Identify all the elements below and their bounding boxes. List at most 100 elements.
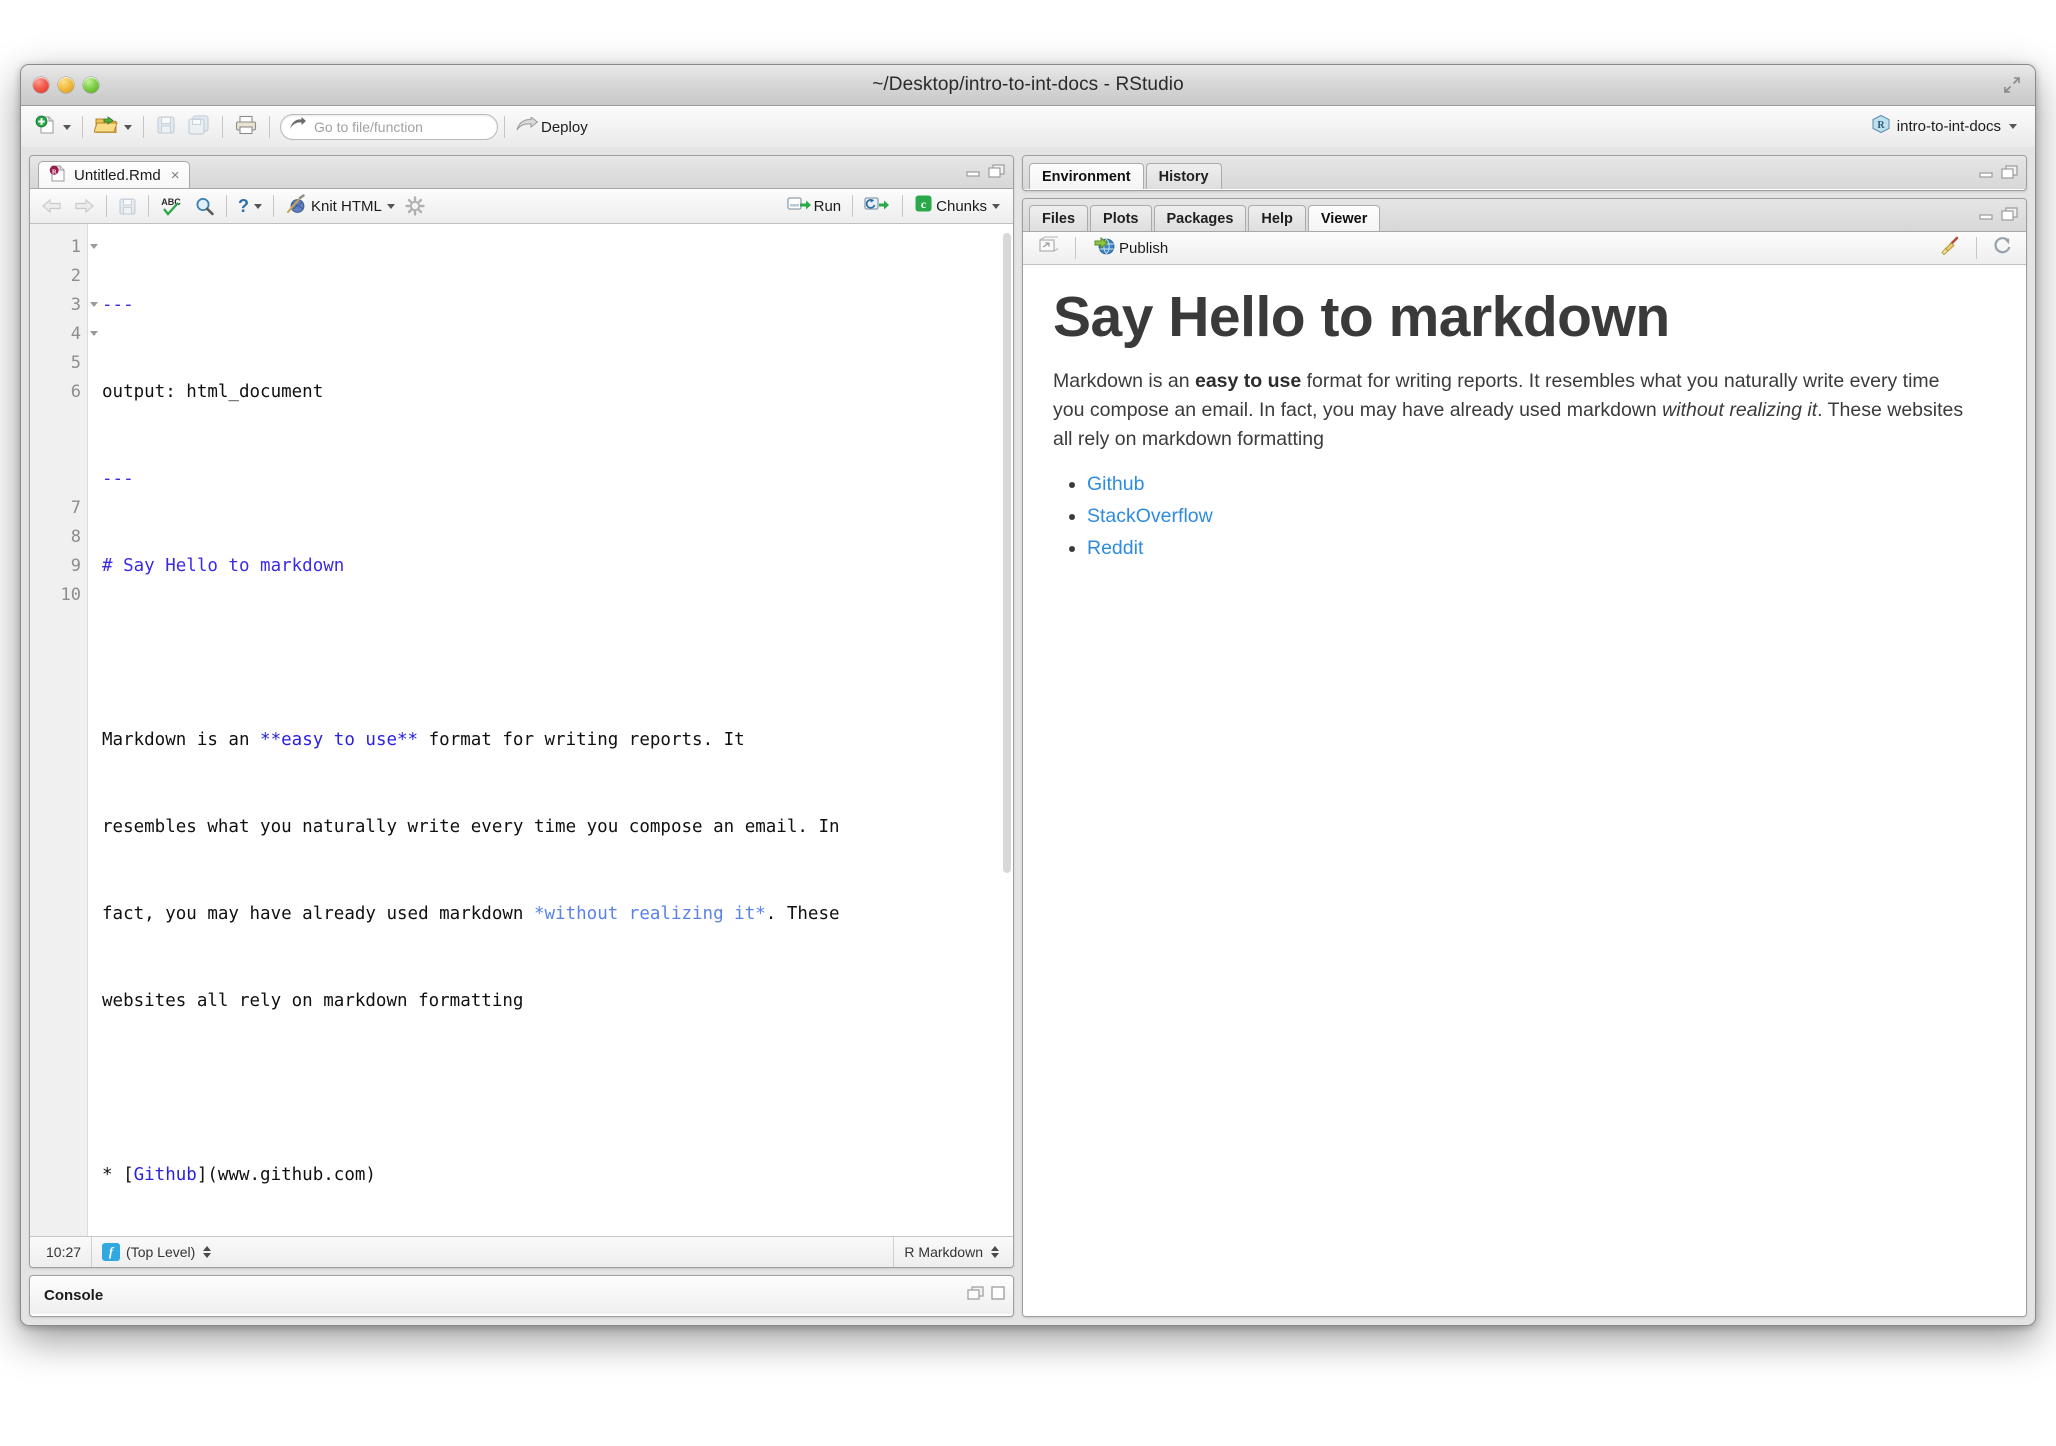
close-window-button[interactable] <box>33 77 49 93</box>
viewer-toolbar-right <box>1934 232 2018 264</box>
toolbar-divider <box>902 195 904 217</box>
link-github[interactable]: Github <box>1087 473 1144 495</box>
deploy-button[interactable]: Deploy <box>511 112 593 142</box>
svg-text:c: c <box>921 197 927 211</box>
viewer-link-list: Github StackOverflow Reddit <box>1053 469 1996 564</box>
viewer-pane: Files Plots Packages Help Viewer Publish… <box>1022 198 2027 1317</box>
rstudio-window: ~/Desktop/intro-to-int-docs - RStudio Go… <box>20 64 2036 1326</box>
expand-arrows-icon[interactable] <box>2003 76 2021 94</box>
floppy-save-all-icon <box>187 114 211 141</box>
maximize-pane-icon[interactable] <box>988 164 1005 183</box>
publish-button[interactable]: Publish <box>1088 233 1173 263</box>
fold-arrow-icon[interactable] <box>90 244 98 249</box>
minimize-pane-icon[interactable] <box>965 165 981 183</box>
editor-toolbar: ABC ? Knit HTML Run c Chunks <box>30 189 1013 224</box>
code-line: Markdown is an **easy to use** format fo… <box>102 730 745 750</box>
find-replace-button[interactable] <box>189 191 220 221</box>
maximize-pane-icon[interactable] <box>2001 207 2018 226</box>
back-button[interactable] <box>36 191 68 221</box>
run-button[interactable]: Run <box>782 191 847 221</box>
knit-yarn-icon <box>285 193 308 219</box>
tab-files[interactable]: Files <box>1029 205 1089 231</box>
minimize-pane-icon[interactable] <box>1978 208 1994 226</box>
tab-help[interactable]: Help <box>1248 205 1306 231</box>
open-file-button[interactable] <box>89 112 137 142</box>
line-number <box>30 465 87 494</box>
code-text-content[interactable]: --- output: html_document --- # Say Hell… <box>88 224 1013 1236</box>
chevron-down-icon[interactable] <box>63 124 71 130</box>
rerun-button[interactable] <box>859 191 896 221</box>
fold-arrow-icon[interactable] <box>90 302 98 307</box>
restore-pane-icon[interactable] <box>967 1286 984 1304</box>
chunks-button[interactable]: c Chunks <box>909 191 1005 221</box>
chunks-icon: c <box>914 194 933 218</box>
tab-viewer[interactable]: Viewer <box>1307 205 1381 231</box>
tab-packages[interactable]: Packages <box>1153 205 1247 231</box>
code-editor[interactable]: 1 2 3 4 5 6 7 8 9 10 --- output: html_do… <box>30 224 1013 1236</box>
toolbar-divider <box>504 116 505 138</box>
line-number <box>30 436 87 465</box>
window-title: ~/Desktop/intro-to-int-docs - RStudio <box>872 74 1184 95</box>
minimize-window-button[interactable] <box>58 77 74 93</box>
line-number: 5 <box>70 353 81 373</box>
chevron-down-icon[interactable] <box>2009 123 2017 129</box>
link-reddit[interactable]: Reddit <box>1087 537 1143 559</box>
workspace: R Untitled.Rmd × ABC ? Knit HTML Run c C… <box>21 147 2035 1325</box>
knit-options-button[interactable] <box>400 191 430 221</box>
link-stackoverflow[interactable]: StackOverflow <box>1087 505 1213 527</box>
knit-html-button[interactable]: Knit HTML <box>280 191 400 221</box>
maximize-pane-icon[interactable] <box>991 1286 1005 1304</box>
save-button[interactable] <box>150 112 182 142</box>
close-icon[interactable]: × <box>171 167 180 184</box>
fold-arrow-icon[interactable] <box>90 331 98 336</box>
refresh-viewer-button[interactable] <box>1987 233 2018 263</box>
file-type-selector[interactable]: R Markdown <box>893 1237 1009 1267</box>
spellcheck-button[interactable]: ABC <box>155 191 189 221</box>
chevron-down-icon[interactable] <box>386 203 395 209</box>
tab-plots[interactable]: Plots <box>1090 205 1152 231</box>
scope-selector[interactable]: f (Top Level) <box>92 1237 221 1267</box>
editor-status-bar: 10:27 f (Top Level) R Markdown <box>30 1236 1013 1267</box>
show-in-new-window-button[interactable] <box>1031 233 1063 263</box>
editor-scrollbar[interactable] <box>1003 233 1011 873</box>
console-header[interactable]: Console <box>30 1276 1013 1314</box>
line-number: 7 <box>70 498 81 518</box>
new-file-button[interactable] <box>29 112 76 142</box>
line-number: 4 <box>30 320 98 349</box>
file-type-label: R Markdown <box>904 1244 983 1260</box>
list-item: Reddit <box>1087 533 1996 565</box>
minimize-pane-icon[interactable] <box>1978 166 1994 184</box>
line-number: 3 <box>30 291 98 320</box>
help-button[interactable]: ? <box>233 191 267 221</box>
environment-pane-controls <box>1978 165 2018 184</box>
chevron-down-icon[interactable] <box>992 203 1000 209</box>
goto-file-function-input[interactable] <box>312 118 489 136</box>
r-project-icon: R <box>1871 114 1891 139</box>
file-type-updown-icon[interactable] <box>991 1246 999 1258</box>
tab-history-label: History <box>1158 168 1209 185</box>
chevron-down-icon[interactable] <box>254 203 262 209</box>
goto-file-function-box[interactable] <box>280 114 498 140</box>
save-all-button[interactable] <box>182 112 216 142</box>
tab-environment[interactable]: Environment <box>1029 163 1144 189</box>
chevron-down-icon[interactable] <box>124 124 132 130</box>
forward-button[interactable] <box>68 191 100 221</box>
window-titlebar: ~/Desktop/intro-to-int-docs - RStudio <box>21 65 2035 106</box>
scope-updown-icon[interactable] <box>203 1246 212 1258</box>
viewer-paragraph: Markdown is an easy to use format for wr… <box>1053 367 1973 453</box>
editor-tab-untitled-rmd[interactable]: R Untitled.Rmd × <box>38 161 191 188</box>
list-item: Github <box>1087 469 1996 501</box>
tab-history[interactable]: History <box>1145 163 1222 189</box>
clear-viewer-button[interactable] <box>1934 233 1966 263</box>
line-number: 6 <box>70 382 81 402</box>
main-toolbar: Deploy R intro-to-int-docs <box>21 106 2035 149</box>
printer-icon <box>234 114 258 141</box>
print-button[interactable] <box>229 112 263 142</box>
maximize-pane-icon[interactable] <box>2001 165 2018 184</box>
help-question-icon: ? <box>238 195 249 216</box>
broom-icon <box>1939 236 1961 261</box>
save-document-button[interactable] <box>113 191 142 221</box>
open-folder-icon <box>93 114 119 141</box>
project-selector[interactable]: R intro-to-int-docs <box>1863 111 2025 141</box>
zoom-window-button[interactable] <box>83 77 99 93</box>
